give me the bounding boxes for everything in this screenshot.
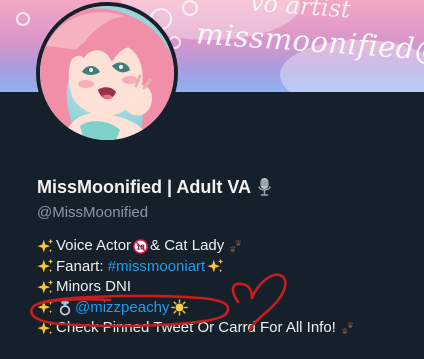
bio-line: @mizzpeachy <box>37 298 355 318</box>
profile-handle: @MissMoonified <box>37 204 149 221</box>
bio-line: Fanart: #missmooniart <box>37 257 355 277</box>
bio-text: & Cat Lady <box>150 237 225 254</box>
no-one-under-18-icon: 18 <box>133 238 148 254</box>
avatar-illustration <box>40 6 174 140</box>
mention-link[interactable]: @mizzpeachy <box>75 298 169 318</box>
paw-prints-icon <box>341 321 353 334</box>
profile-name-row: MissMoonified | Adult VA <box>37 177 273 197</box>
sparkles-icon <box>37 238 54 252</box>
microphone-icon <box>258 178 271 196</box>
sun-icon <box>171 299 189 316</box>
bio-line: Minors DNI <box>37 277 355 297</box>
display-name: MissMoonified | Adult VA <box>37 177 252 197</box>
sparkles-icon <box>37 320 54 334</box>
sparkles-icon <box>37 279 54 293</box>
sparkles-icon <box>207 258 224 273</box>
profile-avatar[interactable] <box>36 2 178 144</box>
banner-bubble <box>16 12 30 26</box>
bio-line: Check Pinned Tweet Or Carrd For All Info… <box>37 318 355 338</box>
sparkles-icon <box>37 299 54 314</box>
profile-bio: Voice Actor 18 & Cat Lady Fanart: #missm… <box>37 236 355 338</box>
bio-text: Check Pinned Tweet Or Carrd For All Info… <box>56 319 336 336</box>
bio-text: Voice Actor <box>56 237 132 254</box>
ring-icon <box>59 300 71 316</box>
bio-text: Minors DNI <box>56 278 132 295</box>
bio-line: Voice Actor 18 & Cat Lady <box>37 236 355 256</box>
bio-text: Fanart: <box>56 257 108 275</box>
banner-bubble <box>182 0 198 16</box>
sparkles-icon <box>37 258 54 273</box>
hashtag-link[interactable]: #missmooniart <box>108 257 206 277</box>
paw-prints-icon <box>230 239 242 252</box>
